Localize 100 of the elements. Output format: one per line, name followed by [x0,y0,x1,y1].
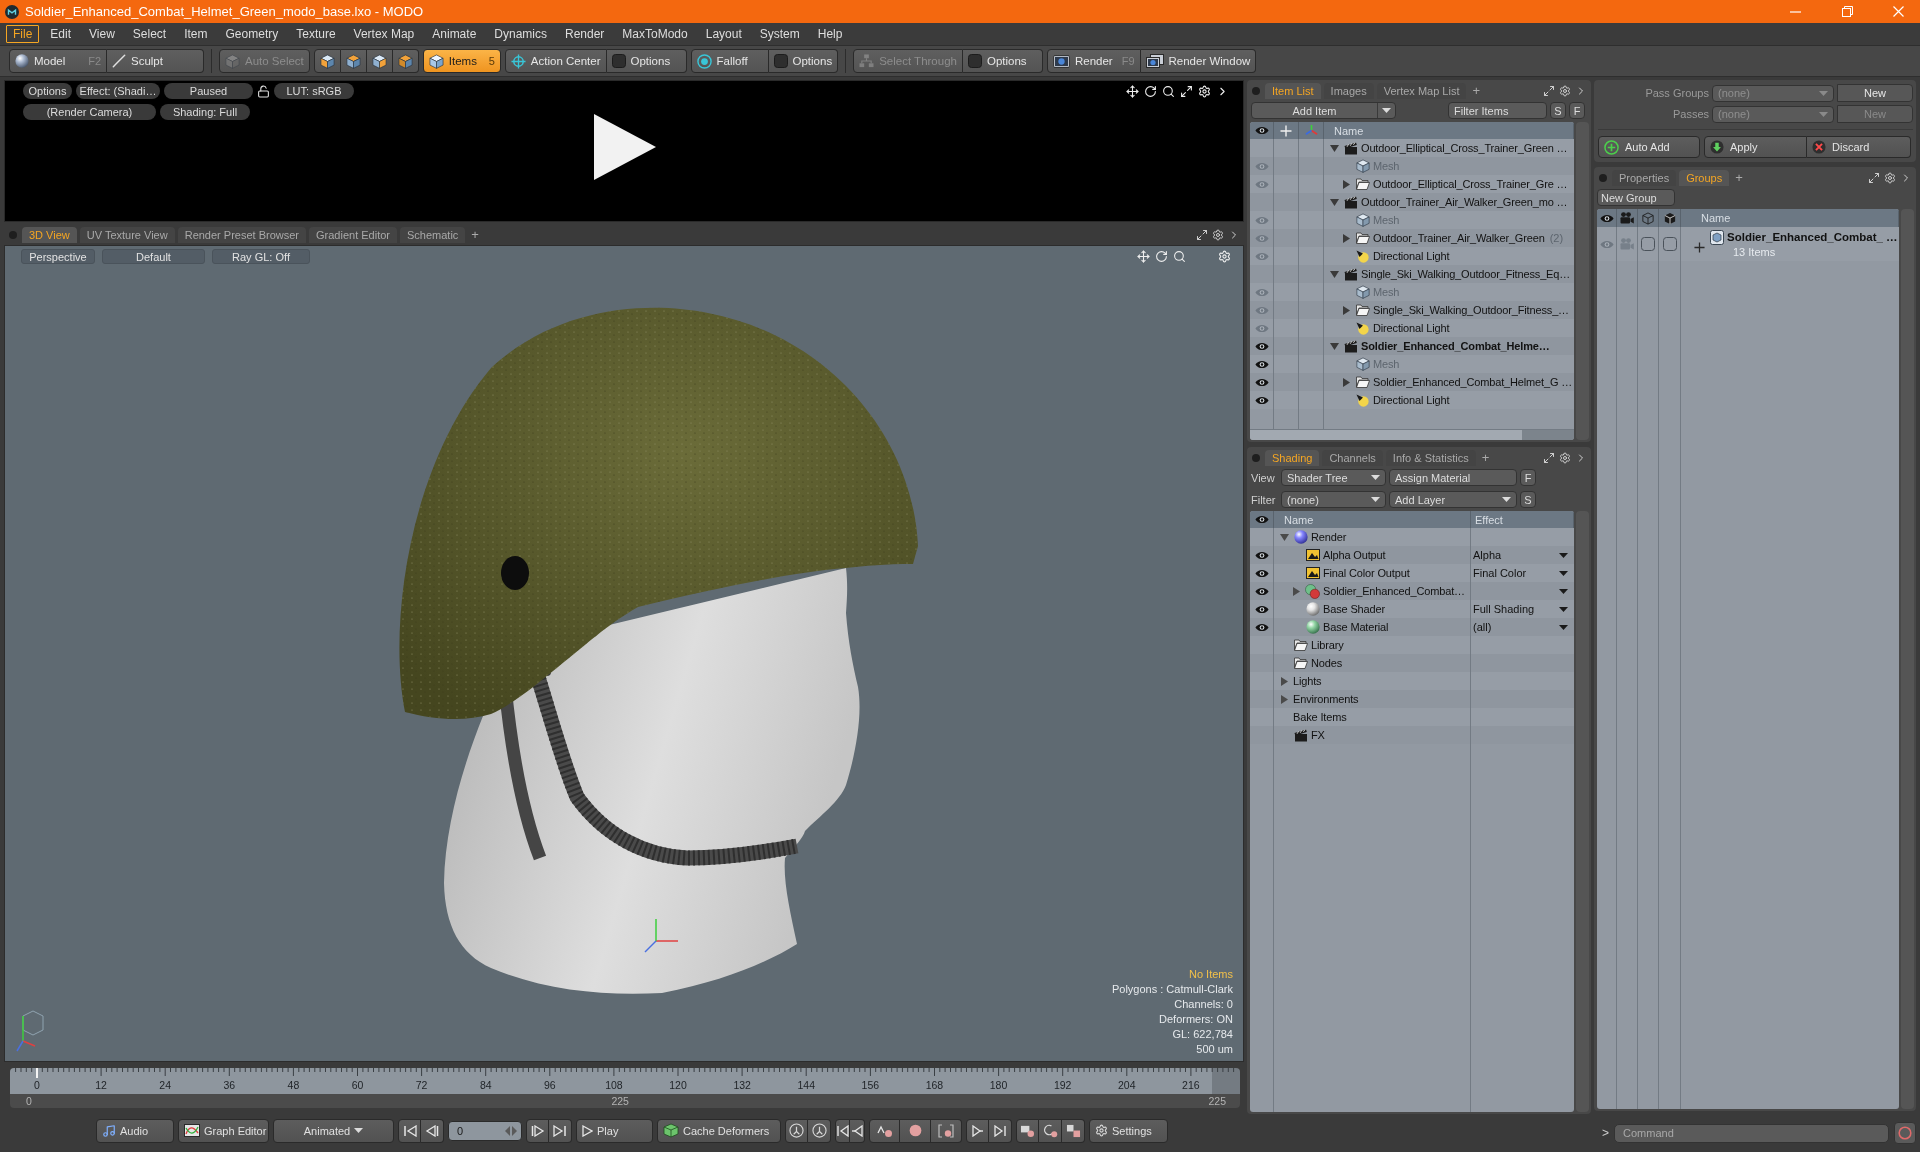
tree-row[interactable]: Render [1250,528,1574,546]
timeline-ruler[interactable]: 0 12 24 36 48 60 72 84 96 108 120 132 144 156 168 180 192 204 216 [10,1068,1240,1094]
eye-icon[interactable] [1254,377,1269,387]
eye-icon[interactable] [1254,395,1269,405]
preview-button[interactable]: Options [23,83,72,99]
bracket-key-button[interactable] [931,1118,962,1143]
caret-down-icon[interactable] [1382,108,1391,113]
panel-tab[interactable]: UV Texture View [79,227,175,243]
toolbar-button[interactable]: Falloff [690,49,769,73]
add-tab-button[interactable]: + [1732,170,1746,186]
key-prev-icon[interactable] [850,1124,864,1137]
toolbar-button[interactable]: Options [768,49,839,73]
cache-deformers-button[interactable]: Cache Deformers [657,1118,781,1143]
settings-icon[interactable] [1212,229,1224,241]
mode-button[interactable] [366,49,393,73]
range-bar[interactable]: 0 225 225 [10,1094,1240,1108]
menu-item[interactable]: Geometry [218,25,286,43]
curve-key-button[interactable] [869,1118,900,1143]
menu-item[interactable]: Render [558,25,612,43]
caret-down-icon[interactable] [1371,497,1380,502]
menu-item[interactable]: Animate [425,25,484,43]
padlock-icon[interactable] [257,84,270,98]
eye-icon[interactable] [1254,604,1269,614]
command-field[interactable]: Command [1614,1123,1889,1143]
toggle-box-icon[interactable] [967,54,982,68]
viewport-option[interactable]: Perspective [21,249,95,264]
toggle-box-icon[interactable] [773,54,788,68]
menu-item[interactable]: Select [125,25,174,43]
add-tab-button[interactable]: + [468,227,482,243]
preview-button[interactable]: Shading: Full [160,104,250,120]
plus-icon[interactable] [1693,241,1705,253]
eye-icon[interactable] [1254,622,1269,632]
menu-item[interactable]: File [6,25,40,43]
caret-down-icon[interactable] [1329,144,1339,152]
discard-button[interactable]: Discard [1807,136,1911,158]
key-end-icon[interactable] [993,1124,1007,1137]
add-tab-button[interactable]: + [1478,450,1493,466]
menu-item[interactable]: Dynamics [487,25,554,43]
panel-tab[interactable]: Schematic [400,227,466,243]
view-dropdown[interactable]: Shader Tree [1281,469,1386,486]
s-button[interactable]: S [1520,491,1536,508]
s-button[interactable]: S [1550,102,1566,119]
rotate-icon[interactable] [1144,85,1157,98]
key-back-icon[interactable] [835,1124,850,1137]
settings-button[interactable]: Settings [1089,1118,1168,1143]
panel-tab[interactable]: Vertex Map List [1376,83,1467,99]
key-prev-button[interactable] [850,1118,865,1143]
panel-tab[interactable]: Groups [1679,170,1730,186]
menu-item[interactable]: Vertex Map [346,25,422,43]
group-row[interactable]: Soldier_Enhanced_Combat_ … 13 Items [1597,227,1899,261]
assign-material-button[interactable]: Assign Material [1389,469,1517,486]
panel-tab[interactable]: Item List [1265,83,1321,99]
tree-row[interactable]: Lights [1250,672,1574,690]
eye-icon[interactable] [1254,586,1269,596]
record-key-button[interactable] [900,1118,931,1143]
panel-tab[interactable]: Images [1323,83,1374,99]
toggle-box-icon[interactable] [611,54,626,68]
figure-button[interactable] [785,1118,808,1143]
key-next-button[interactable] [966,1118,989,1143]
panel-tab[interactable]: Properties [1612,170,1677,186]
add-item-button[interactable]: Add Item [1251,102,1396,119]
figure-button[interactable] [808,1118,831,1143]
caret-down-icon[interactable] [354,1128,364,1133]
mode-dropdown[interactable]: Animated [273,1118,394,1143]
expand-icon[interactable] [1868,172,1880,184]
step-forward-button[interactable] [526,1118,549,1143]
loop-key-button[interactable] [1039,1118,1062,1143]
viewport-3d[interactable]: Perspective Default Ray GL: Off No Items Polygons : Catmull-Clark Channels: 0 Deformers: ON GL: 622,784 500 um [4,245,1244,1062]
tree-row[interactable]: Base Shader Full Shading [1250,600,1574,618]
caret-down-icon[interactable] [1559,606,1568,612]
caret-down-icon[interactable] [1329,198,1339,206]
expand-icon[interactable] [1196,229,1208,241]
frame-key-button[interactable] [1016,1118,1039,1143]
step-forward-icon[interactable] [530,1124,545,1137]
skip-start-icon[interactable] [402,1124,417,1137]
tree-row[interactable]: Library [1250,636,1574,654]
viewport-option[interactable]: Default [102,249,205,264]
caret-down-icon[interactable] [1371,475,1380,480]
menu-item[interactable]: Layout [698,25,749,43]
tree-row[interactable]: Directional Light [1250,247,1574,265]
move-icon[interactable] [1126,85,1139,98]
key-end-button[interactable] [989,1118,1012,1143]
scrollbar[interactable] [1901,209,1914,1109]
scrollbar[interactable] [1250,429,1574,440]
tree-row[interactable]: Directional Light [1250,319,1574,337]
panel-tab[interactable]: Channels [1322,450,1383,466]
toolbar-button[interactable]: Action Center [504,49,607,73]
tree-row[interactable]: Directional Light [1250,391,1574,409]
add-tab-button[interactable]: + [1469,83,1484,99]
menu-item[interactable]: Item [177,25,215,43]
tree-row[interactable]: Final Color Output Final Color [1250,564,1574,582]
new-button[interactable]: New [1837,84,1913,102]
panel-tab[interactable]: Info & Statistics [1385,450,1476,466]
panel-tab[interactable]: Shading [1265,450,1320,466]
panel-tab[interactable]: 3D View [22,227,77,243]
panel-tab[interactable]: Gradient Editor [309,227,397,243]
filter-dropdown[interactable]: (none) [1281,491,1386,508]
new-group-button[interactable]: New Group [1597,189,1675,206]
toggle-box-icon[interactable] [1662,237,1677,251]
toolbar-button[interactable]: Sculpt [107,49,204,73]
